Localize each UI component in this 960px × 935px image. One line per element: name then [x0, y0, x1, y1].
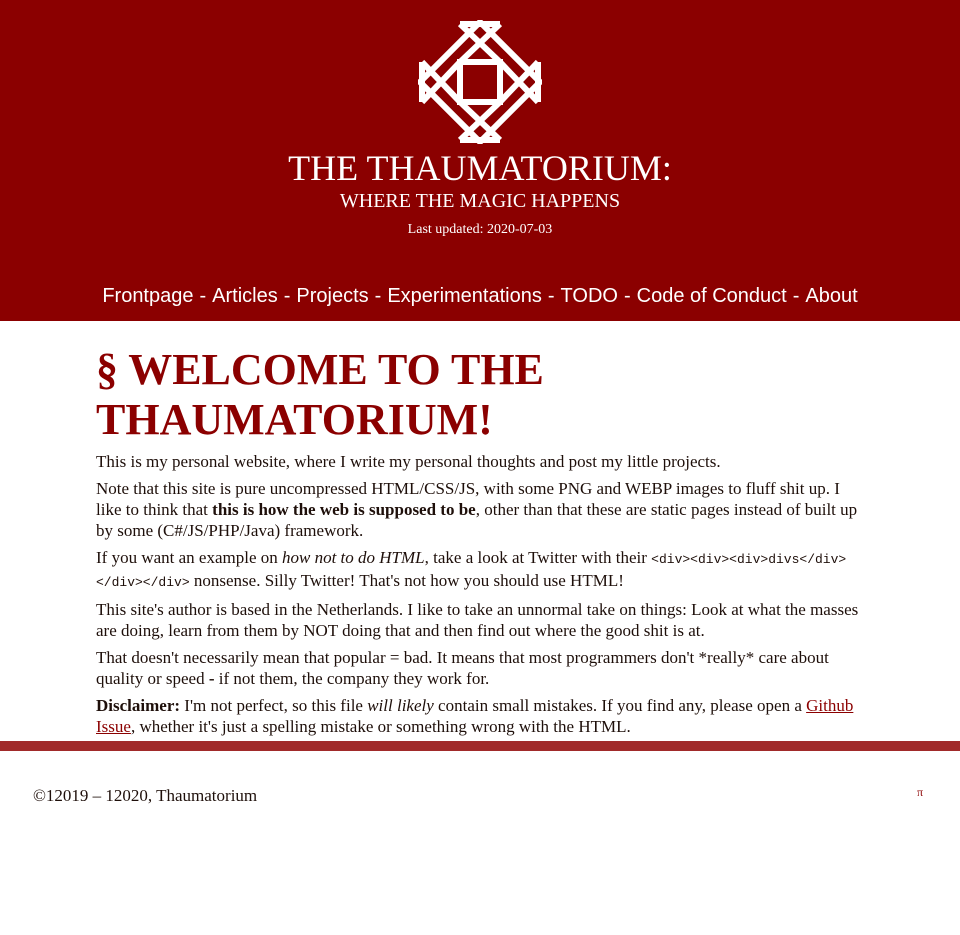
text-segment: , take a look at Twitter with their [424, 548, 652, 567]
disclaimer-label: Disclaimer: [96, 696, 181, 715]
nav-link-todo[interactable]: TODO [561, 285, 618, 307]
author-paragraph: This site's author is based in the Nethe… [96, 600, 859, 640]
nav-separator: - [623, 285, 631, 307]
italic-text: how not to do HTML [282, 548, 425, 567]
text-segment: contain small mistakes. If you find any,… [433, 696, 807, 715]
text-segment: I'm not perfect, so this file [180, 696, 368, 715]
main-content: § WELCOME TO THE THAUMATORIUM! This is m… [96, 321, 866, 743]
nav-separator: - [547, 285, 555, 307]
italic-text: will likely [367, 696, 434, 715]
nav-link-experimentations[interactable]: Experimentations [387, 285, 542, 307]
nav-link-about[interactable]: About [805, 285, 857, 307]
nav-separator: - [374, 285, 382, 307]
site-subtitle: WHERE THE MAGIC HAPPENS [339, 190, 621, 212]
nav-separator: - [199, 285, 207, 307]
disclaimer-paragraph: Disclaimer: I'm not perfect, so this fil… [96, 695, 866, 737]
octagram-star-icon [418, 20, 542, 144]
last-updated-date: Last updated: 2020-07-03 [407, 222, 553, 237]
footer-copyright: ©12019 – 12020, Thaumatorium [33, 786, 258, 805]
text-segment: If you want an example on [96, 548, 282, 567]
site-title: THE THAUMATORIUM: [288, 148, 672, 188]
nav-link-projects[interactable]: Projects [296, 285, 368, 307]
nav-separator: - [792, 285, 800, 307]
tech-paragraph: Note that this site is pure uncompressed… [96, 478, 866, 541]
text-segment: nonsense. Silly Twitter! That's not how … [189, 571, 624, 590]
main-navigation: Frontpage - Articles - Projects - Experimentat… [0, 283, 960, 309]
footer-divider [0, 741, 960, 751]
page-title: § WELCOME TO THE THAUMATORIUM! [96, 345, 544, 444]
nav-link-code-of-conduct[interactable]: Code of Conduct [637, 285, 787, 307]
intro-paragraph: This is my personal website, where I wri… [96, 452, 721, 471]
pi-link[interactable]: π [917, 785, 923, 800]
popularity-paragraph: That doesn't necessarily mean that popul… [96, 647, 866, 689]
emphasis-text: this is how the web is supposed to be [212, 500, 476, 519]
html-example-paragraph: If you want an example on how not to do … [96, 547, 866, 593]
nav-separator: - [283, 285, 291, 307]
nav-link-frontpage[interactable]: Frontpage [102, 285, 193, 307]
text-segment: if not them, the company they work for. [214, 669, 490, 688]
text-segment: , whether it's just a spelling mistake o… [130, 717, 631, 736]
nav-link-articles[interactable]: Articles [212, 285, 278, 307]
site-header: THE THAUMATORIUM: WHERE THE MAGIC HAPPEN… [0, 0, 960, 321]
